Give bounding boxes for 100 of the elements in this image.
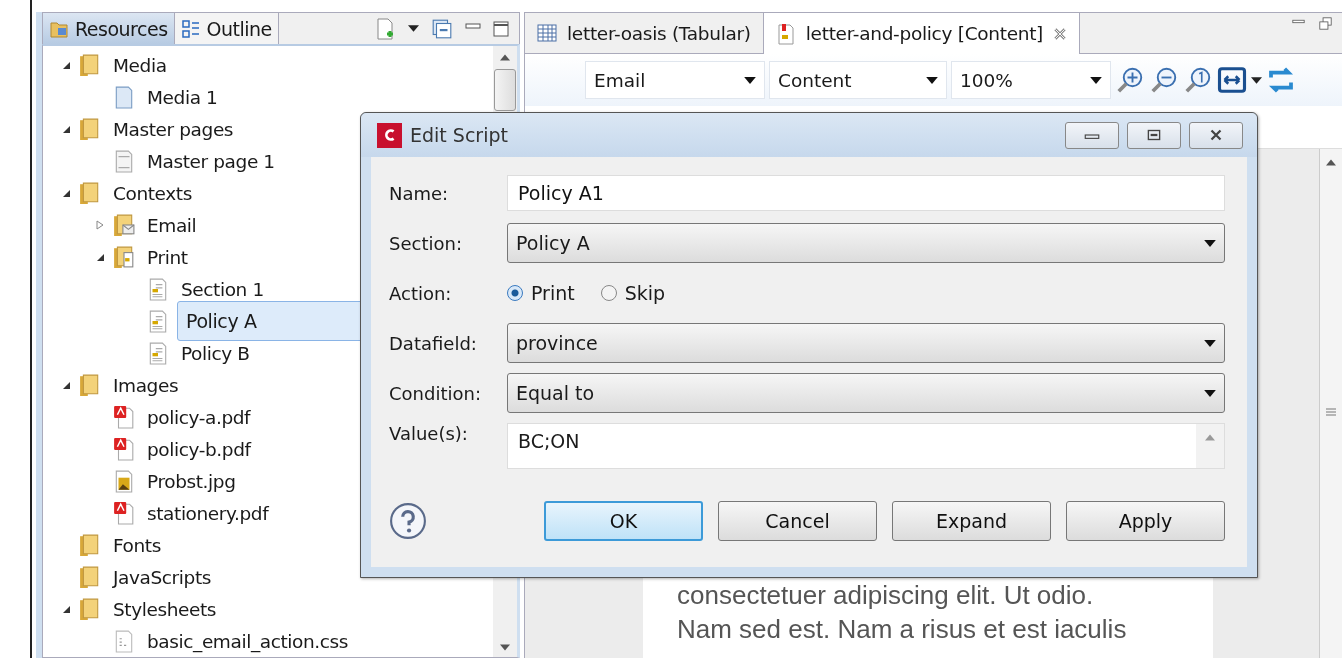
tree-item[interactable]: policy-a.pdf — [143, 403, 255, 431]
refresh-icon[interactable] — [1266, 65, 1296, 95]
tree-item[interactable]: Media — [109, 51, 171, 79]
folder-envelope-icon — [113, 212, 135, 238]
name-field[interactable]: Policy A1 — [507, 175, 1225, 211]
folder-icon — [79, 180, 101, 206]
tree-item[interactable]: Master pages — [109, 115, 238, 143]
document-text: Nam sed est. Nam a risus et est iaculis — [677, 613, 1128, 646]
document-icon — [147, 340, 169, 366]
app-logo-icon — [377, 122, 402, 148]
tree-item[interactable]: Probst.jpg — [143, 467, 240, 495]
radio-button[interactable]: Print — [507, 282, 575, 304]
tree-item[interactable]: Print — [143, 243, 192, 271]
scrollbar[interactable] — [1319, 149, 1342, 658]
folder-icon — [79, 596, 101, 622]
collapsed-arrow-icon[interactable] — [95, 220, 105, 230]
pdf-file-icon — [113, 404, 135, 430]
tree-item[interactable]: Images — [109, 371, 183, 399]
table-icon — [537, 22, 557, 44]
document-icon — [147, 276, 169, 302]
dialog-button[interactable]: Expand — [892, 501, 1051, 541]
field-label: Condition: — [389, 382, 482, 404]
folder-icon — [79, 52, 101, 78]
page-icon — [113, 148, 135, 174]
tree-item[interactable]: Master page 1 — [143, 147, 279, 175]
tree-item[interactable]: Fonts — [109, 531, 165, 559]
section-dropdown[interactable]: Policy A — [507, 223, 1225, 263]
tree-item[interactable]: Stylesheets — [109, 595, 221, 623]
caret-icon[interactable] — [1251, 76, 1262, 84]
values-field[interactable]: BC;ON — [507, 423, 1225, 469]
panel-tab[interactable]: Outline — [174, 13, 279, 44]
folder-document-icon — [113, 244, 135, 270]
zoom-out-icon[interactable] — [1149, 65, 1179, 95]
dropdown[interactable]: 100% — [951, 61, 1111, 99]
dropdown-arrow-icon — [1204, 339, 1216, 347]
new-file-icon[interactable] — [374, 16, 396, 41]
tree-item[interactable]: Contexts — [109, 179, 196, 207]
document-icon — [775, 22, 796, 45]
expanded-arrow-icon[interactable] — [61, 604, 71, 614]
dropdown-arrow-icon — [926, 76, 938, 84]
tree-item[interactable]: Policy B — [177, 339, 254, 367]
folder-icon — [79, 532, 101, 558]
dialog-button[interactable]: Cancel — [718, 501, 877, 541]
help-icon[interactable] — [389, 502, 427, 540]
dialog-button[interactable]: Apply — [1066, 501, 1225, 541]
scroll-up-icon[interactable] — [1326, 159, 1336, 166]
scrollbar-grip-icon — [1326, 408, 1336, 416]
condition-dropdown[interactable]: Equal to — [507, 373, 1225, 413]
scroll-down-icon[interactable] — [500, 644, 510, 651]
restore-icon[interactable] — [1319, 17, 1332, 30]
page-icon — [113, 84, 135, 110]
expanded-arrow-icon[interactable] — [95, 252, 105, 262]
fit-width-icon[interactable] — [1217, 65, 1247, 95]
folder-icon — [79, 372, 101, 398]
dropdown-arrow-icon — [1204, 389, 1216, 397]
tree-item[interactable]: basic_email_action.css — [143, 627, 353, 655]
dropdown[interactable]: Content — [769, 61, 947, 99]
field-label: Value(s): — [389, 423, 469, 444]
maximize-icon — [1145, 129, 1163, 141]
folder-icon — [79, 564, 101, 590]
scroll-up-icon[interactable] — [500, 54, 510, 61]
maximize-button[interactable] — [1127, 121, 1181, 149]
radio-button[interactable]: Skip — [600, 282, 666, 304]
document-text: consectetuer adipiscing elit. Ut odio. — [677, 579, 1095, 612]
tree-item[interactable]: JavaScripts — [109, 563, 215, 591]
scrollbar-thumb[interactable] — [494, 69, 516, 111]
outline-icon — [180, 17, 201, 40]
tree-item[interactable]: Section 1 — [177, 275, 268, 303]
tree-item[interactable]: stationery.pdf — [143, 499, 273, 527]
field-label: Section: — [389, 232, 463, 254]
dialog-title: Edit Script — [410, 124, 508, 146]
datafield-dropdown[interactable]: province — [507, 323, 1225, 363]
maximize-icon[interactable] — [493, 20, 509, 37]
dropdown[interactable]: Email — [585, 61, 765, 99]
zoom-actual-size-icon[interactable] — [1183, 65, 1213, 95]
tree-item[interactable]: Email — [143, 211, 201, 239]
expanded-arrow-icon[interactable] — [61, 124, 71, 134]
caret-icon[interactable] — [408, 25, 419, 32]
document-icon — [147, 308, 169, 334]
dropdown-arrow-icon — [1204, 239, 1216, 247]
dialog-button[interactable]: OK — [544, 501, 703, 541]
minimize-button[interactable] — [1065, 121, 1119, 149]
expanded-arrow-icon[interactable] — [61, 60, 71, 70]
close-icon[interactable] — [1053, 26, 1068, 41]
field-label: Name: — [389, 182, 450, 204]
panel-tab[interactable]: Resources — [43, 13, 175, 44]
tree-item[interactable]: policy-b.pdf — [143, 435, 255, 463]
expanded-arrow-icon[interactable] — [61, 188, 71, 198]
expanded-arrow-icon[interactable] — [61, 380, 71, 390]
zoom-in-icon[interactable] — [1115, 65, 1145, 95]
pdf-file-icon — [113, 500, 135, 526]
editor-tab[interactable]: letter-and-policy [Content] — [763, 13, 1081, 54]
folder-icon — [79, 116, 101, 142]
editor-tab[interactable]: letter-oasis (Tabular) — [525, 13, 764, 53]
field-label: Action: — [389, 282, 453, 304]
dropdown-arrow-icon — [1090, 76, 1102, 84]
stylesheet-file-icon — [113, 628, 135, 654]
close-button[interactable] — [1189, 121, 1243, 149]
tree-item[interactable]: Media 1 — [143, 83, 222, 111]
image-file-icon — [113, 468, 135, 494]
